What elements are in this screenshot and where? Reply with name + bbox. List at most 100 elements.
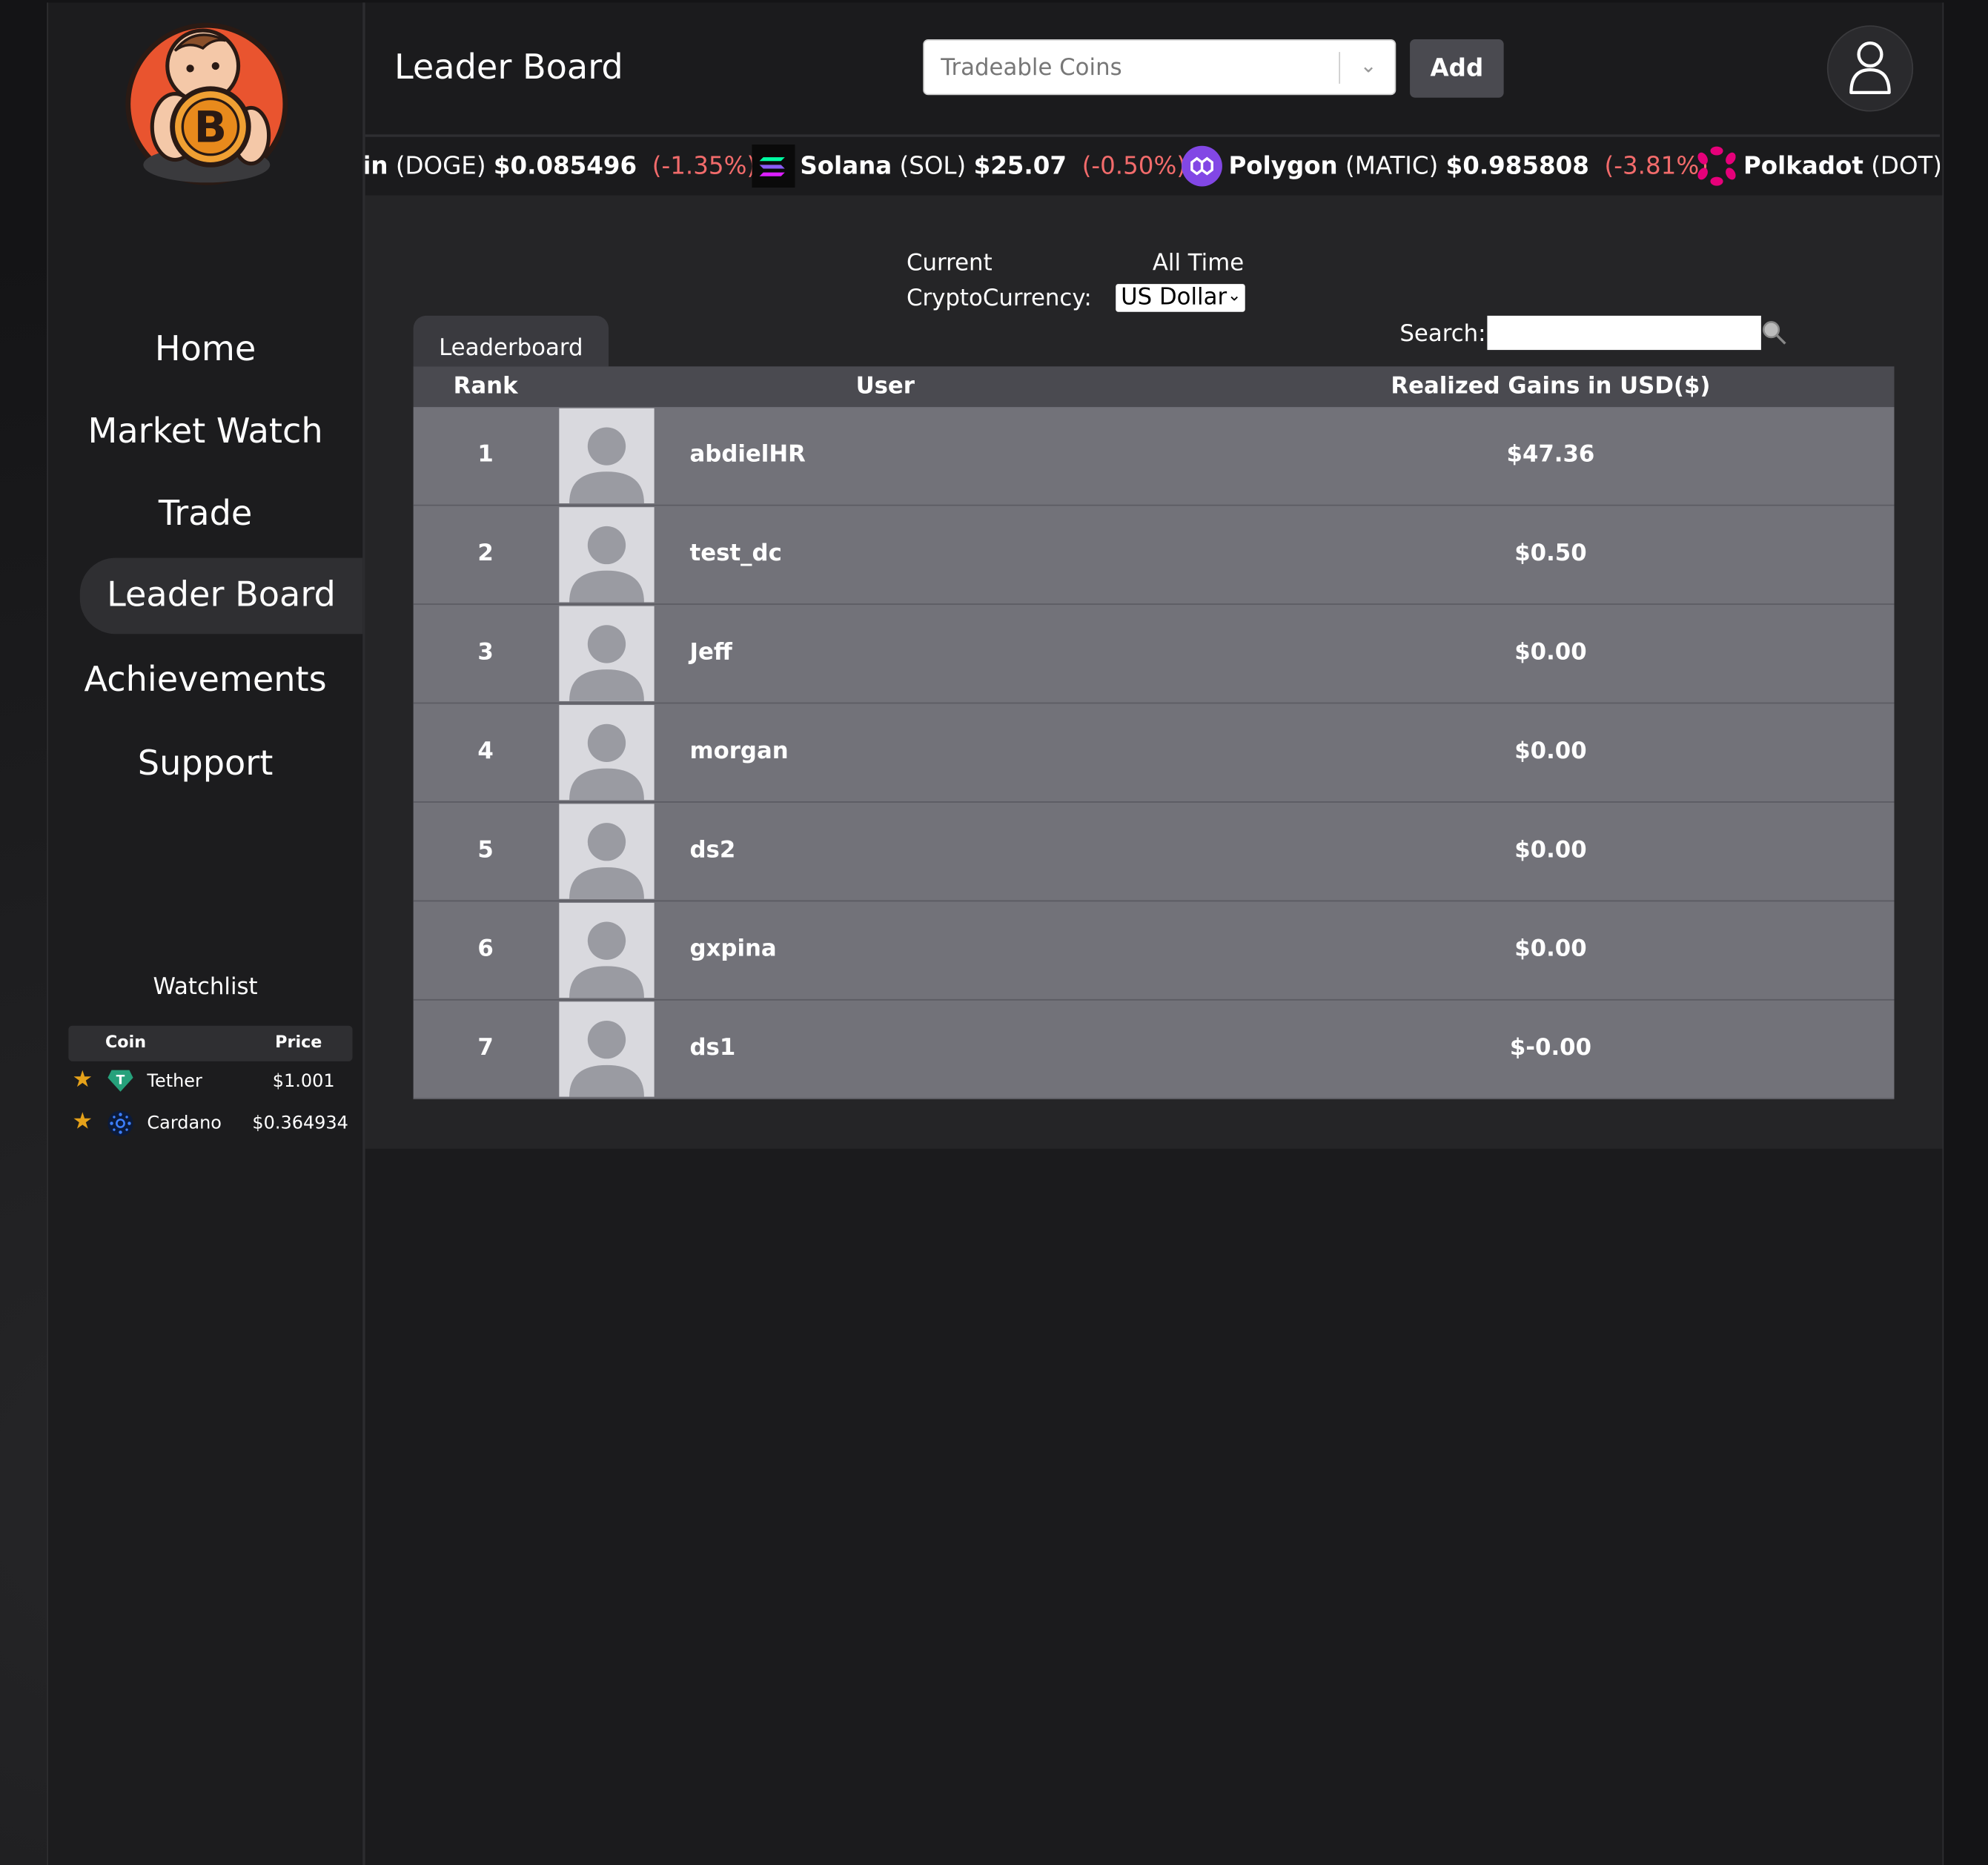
table-row[interactable]: 3 Jeff $0.00 — [413, 604, 1895, 704]
default-avatar-icon — [569, 1020, 644, 1097]
avatar[interactable] — [559, 705, 655, 801]
nav-support[interactable]: Support — [48, 726, 362, 803]
table-row[interactable]: 7 ds1 $-0.00 — [413, 1000, 1895, 1100]
chevron-down-icon[interactable]: ⌄ — [1360, 53, 1377, 77]
search-icon[interactable] — [1760, 318, 1788, 346]
username-cell[interactable]: ds1 — [690, 1035, 736, 1061]
current-label: Current — [907, 249, 993, 276]
sidebar: B Home Market Watch Trade Leader Board A… — [47, 2, 365, 1865]
avatar[interactable] — [559, 804, 655, 899]
add-button[interactable]: Add — [1410, 39, 1504, 98]
rank-cell: 4 — [477, 738, 494, 765]
ticker-coin-name: Polygon — [1228, 152, 1338, 180]
star-icon[interactable]: ★ — [72, 1108, 93, 1135]
user-column-header[interactable]: User — [856, 373, 915, 400]
watchlist-row[interactable]: ★ Cardano $0.364934 — [68, 1103, 352, 1144]
avatar[interactable] — [559, 408, 655, 504]
rank-cell: 6 — [477, 935, 494, 963]
ticker-item[interactable]: Solana (SOL) $25.07 (-0.50%) — [800, 152, 1186, 180]
ticker-coin-symbol: (SOL) — [899, 152, 967, 180]
tab-leaderboard[interactable]: Leaderboard — [413, 315, 609, 367]
svg-text:B: B — [194, 102, 227, 153]
watchlist-coin-price: $0.364934 — [252, 1113, 348, 1134]
rank-cell: 1 — [477, 441, 494, 468]
table-row[interactable]: 4 morgan $0.00 — [413, 703, 1895, 803]
search-label: Search: — [1399, 320, 1486, 348]
avatar[interactable] — [559, 902, 655, 998]
polkadot-icon — [1697, 146, 1736, 186]
nav-achievements[interactable]: Achievements — [48, 643, 362, 719]
all-time-label[interactable]: All Time — [1153, 250, 1244, 276]
username-cell[interactable]: ds2 — [690, 837, 736, 864]
watchlist-header: Coin Price — [68, 1025, 353, 1061]
leaderboard-panel: Current All Time CryptoCurrency: US Doll… — [365, 195, 1943, 1149]
search-input[interactable] — [1487, 315, 1761, 351]
solana-icon — [752, 144, 795, 188]
rank-cell: 7 — [477, 1034, 494, 1061]
coin-select-placeholder: Tradeable Coins — [941, 54, 1122, 82]
nav-leader-board[interactable]: Leader Board — [79, 557, 363, 635]
table-row[interactable]: 2 test_dc $0.50 — [413, 506, 1895, 605]
table-body: 1 abdielHR $47.36 2 test_dc $0.50 3 Jeff $0.00 4 m… — [413, 407, 1895, 1100]
username-cell[interactable]: Jeff — [690, 639, 732, 666]
rank-cell: 5 — [477, 836, 494, 864]
table-row[interactable]: 6 gxpina $0.00 — [413, 901, 1895, 1001]
username-cell[interactable]: abdielHR — [690, 441, 806, 468]
gains-column-header[interactable]: Realized Gains in USD($) — [1367, 373, 1734, 400]
default-avatar-icon — [569, 526, 644, 603]
ticker-coin-price: $0.085496 — [493, 152, 637, 180]
watchlist-row[interactable]: ★ T Tether $1.001 — [68, 1061, 352, 1103]
default-avatar-icon — [569, 723, 644, 801]
table-header: Rank User Realized Gains in USD($) — [413, 366, 1895, 408]
nav-market-watch[interactable]: Market Watch — [48, 394, 362, 471]
ticker-item[interactable]: Polygon (MATIC) $0.985808 (-3.81%) — [1228, 152, 1708, 180]
watchlist-price-header: Price — [275, 1033, 322, 1053]
chevron-down-icon: ⌄ — [1227, 286, 1242, 306]
gains-cell: $47.36 — [1506, 441, 1595, 468]
ticker-item[interactable]: in (DOGE) $0.085496 (-1.35%) — [365, 152, 757, 180]
ticker-coin-name: Solana — [800, 152, 892, 180]
ticker-coin-symbol: (MATIC) — [1345, 152, 1439, 180]
rank-cell: 3 — [477, 639, 494, 666]
table-row[interactable]: 5 ds2 $0.00 — [413, 802, 1895, 902]
cryptocurrency-label: CryptoCurrency: — [907, 285, 1092, 312]
watchlist-title: Watchlist — [153, 973, 258, 1001]
ticker-coin-symbol: (DOT) — [1871, 152, 1941, 180]
cardano-icon — [107, 1110, 135, 1142]
user-icon — [1849, 42, 1891, 95]
ticker-coin-symbol: (DOGE) — [395, 152, 486, 180]
select-separator — [1339, 52, 1340, 84]
svg-text:T: T — [116, 1073, 125, 1087]
avatar[interactable] — [559, 606, 655, 701]
price-ticker: in (DOGE) $0.085496 (-1.35%) Solana (SOL… — [365, 134, 1941, 198]
rank-column-header[interactable]: Rank — [414, 373, 558, 400]
nav-trade[interactable]: Trade — [48, 477, 362, 553]
ticker-coin-change: (-1.35%) — [652, 152, 757, 180]
polygon-icon — [1182, 145, 1222, 187]
user-profile-button[interactable] — [1826, 25, 1914, 112]
app-window: B Home Market Watch Trade Leader Board A… — [47, 2, 1944, 1865]
table-row[interactable]: 1 abdielHR $47.36 — [413, 407, 1895, 506]
watchlist-coin-name: Tether — [147, 1071, 202, 1092]
username-cell[interactable]: morgan — [690, 738, 789, 765]
avatar[interactable] — [559, 1001, 655, 1097]
username-cell[interactable]: test_dc — [690, 540, 782, 567]
watchlist-coin-name: Cardano — [147, 1113, 222, 1134]
ticker-item[interactable]: Polkadot (DOT) $( — [1743, 152, 1940, 180]
leaderboard-table: Rank User Realized Gains in USD($) 1 abdi… — [413, 366, 1895, 1100]
star-icon[interactable]: ★ — [72, 1067, 93, 1093]
ticker-coin-name: in — [365, 152, 388, 180]
baby-bitcoin-logo[interactable]: B — [125, 16, 289, 193]
ticker-coin-name: Polkadot — [1743, 152, 1863, 180]
ticker-coin-price: $0.985808 — [1445, 152, 1589, 180]
tradeable-coins-select[interactable]: Tradeable Coins ⌄ — [923, 39, 1396, 96]
page-title: Leader Board — [394, 47, 623, 88]
watchlist-coin-header: Coin — [105, 1033, 147, 1053]
gains-cell: $-0.00 — [1509, 1034, 1592, 1061]
username-cell[interactable]: gxpina — [690, 935, 777, 962]
avatar[interactable] — [559, 507, 655, 603]
watchlist-table: Coin Price ★ T Tether $1.001 ★ Cardano $… — [68, 1025, 353, 1145]
currency-select[interactable]: US Dollar ⌄ — [1116, 284, 1245, 312]
gains-cell: $0.00 — [1514, 836, 1587, 864]
nav-home[interactable]: Home — [48, 312, 362, 388]
